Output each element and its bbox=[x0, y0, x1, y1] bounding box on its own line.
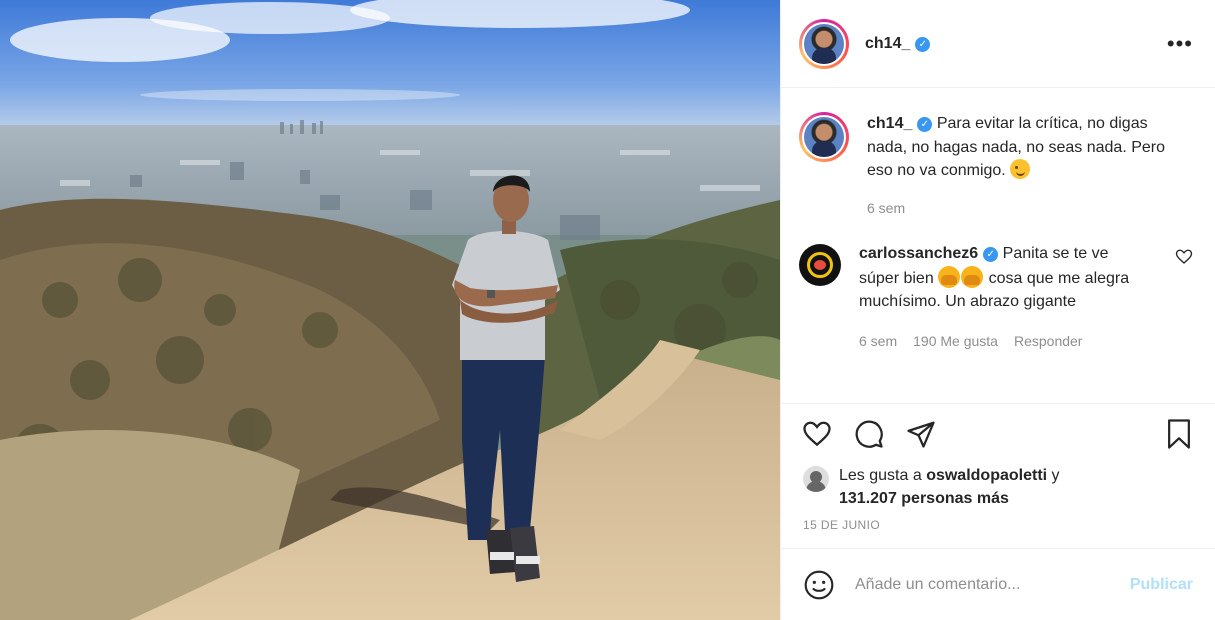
likes-joiner: y bbox=[1051, 467, 1060, 484]
likes-count[interactable]: 131.207 personas más bbox=[839, 490, 1009, 507]
send-icon[interactable] bbox=[905, 418, 937, 450]
liker-username[interactable]: oswaldopaoletti bbox=[926, 467, 1047, 484]
header-username[interactable]: ch14_ ✓ bbox=[865, 35, 931, 53]
action-bar bbox=[781, 404, 1215, 464]
post-date[interactable]: 15 DE JUNIO bbox=[781, 510, 1215, 542]
commenter-avatar[interactable] bbox=[799, 244, 841, 286]
comment-reply-button[interactable]: Responder bbox=[1014, 330, 1083, 354]
avatar-image bbox=[807, 252, 833, 278]
add-comment-bar: Publicar bbox=[781, 548, 1215, 620]
comment-like-heart-icon[interactable] bbox=[1175, 248, 1193, 266]
photo-scene bbox=[0, 0, 780, 620]
caption-avatar[interactable] bbox=[799, 112, 849, 162]
instagram-post: ch14_ ✓ ••• ch14_ ✓ Para evitar la crítica… bbox=[0, 0, 1215, 620]
emoji-picker-icon[interactable] bbox=[803, 569, 835, 601]
likes-summary: Les gusta a oswaldopaoletti y 131.207 pe… bbox=[781, 464, 1215, 510]
post-side-panel: ch14_ ✓ ••• ch14_ ✓ Para evitar la crítica… bbox=[780, 0, 1215, 620]
verified-badge-icon: ✓ bbox=[917, 117, 933, 132]
avatar-image bbox=[804, 117, 844, 157]
verified-badge-icon: ✓ bbox=[915, 36, 931, 52]
caption-body: ch14_ ✓ Para evitar la crítica, no digas … bbox=[867, 112, 1185, 220]
avatar-border bbox=[802, 21, 846, 66]
liker-avatar[interactable] bbox=[803, 466, 829, 492]
wink-emoji-icon bbox=[1010, 159, 1031, 179]
more-options-icon[interactable]: ••• bbox=[1167, 32, 1193, 54]
comment-time[interactable]: 6 sem bbox=[859, 330, 897, 354]
comment-username[interactable]: carlossanchez6 bbox=[859, 245, 978, 262]
avatar-image bbox=[804, 23, 844, 64]
heart-icon[interactable] bbox=[801, 418, 833, 450]
comment-likes[interactable]: 190 Me gusta bbox=[913, 330, 998, 354]
avatar-border bbox=[802, 115, 846, 159]
caption-time[interactable]: 6 sem bbox=[867, 197, 905, 221]
comment-item: carlossanchez6 ✓ Panita se te ve súper bi… bbox=[799, 242, 1193, 353]
comment-meta: 6 sem 190 Me gusta Responder bbox=[859, 330, 1139, 354]
likes-prefix: Les gusta a bbox=[839, 467, 922, 484]
publish-button[interactable]: Publicar bbox=[1130, 576, 1193, 594]
header-username-text[interactable]: ch14_ bbox=[865, 35, 910, 52]
comment-body: carlossanchez6 ✓ Panita se te ve súper bi… bbox=[859, 242, 1139, 353]
likes-text: Les gusta a oswaldopaoletti y 131.207 pe… bbox=[839, 464, 1060, 510]
post-header: ch14_ ✓ ••• bbox=[781, 0, 1215, 88]
caption-username[interactable]: ch14_ bbox=[867, 115, 912, 132]
comment-icon[interactable] bbox=[853, 418, 885, 450]
raising-hands-emoji-icon bbox=[961, 265, 984, 288]
caption-meta: 6 sem bbox=[867, 197, 1185, 221]
post-photo[interactable] bbox=[0, 0, 780, 620]
caption: ch14_ ✓ Para evitar la crítica, no digas … bbox=[799, 112, 1193, 220]
comment-input[interactable] bbox=[853, 574, 1107, 595]
author-avatar[interactable] bbox=[799, 18, 849, 69]
verified-badge-icon: ✓ bbox=[983, 247, 999, 262]
comments-section: ch14_ ✓ Para evitar la crítica, no digas … bbox=[781, 88, 1215, 404]
raising-hands-emoji-icon bbox=[938, 265, 961, 288]
bookmark-icon[interactable] bbox=[1163, 418, 1195, 450]
